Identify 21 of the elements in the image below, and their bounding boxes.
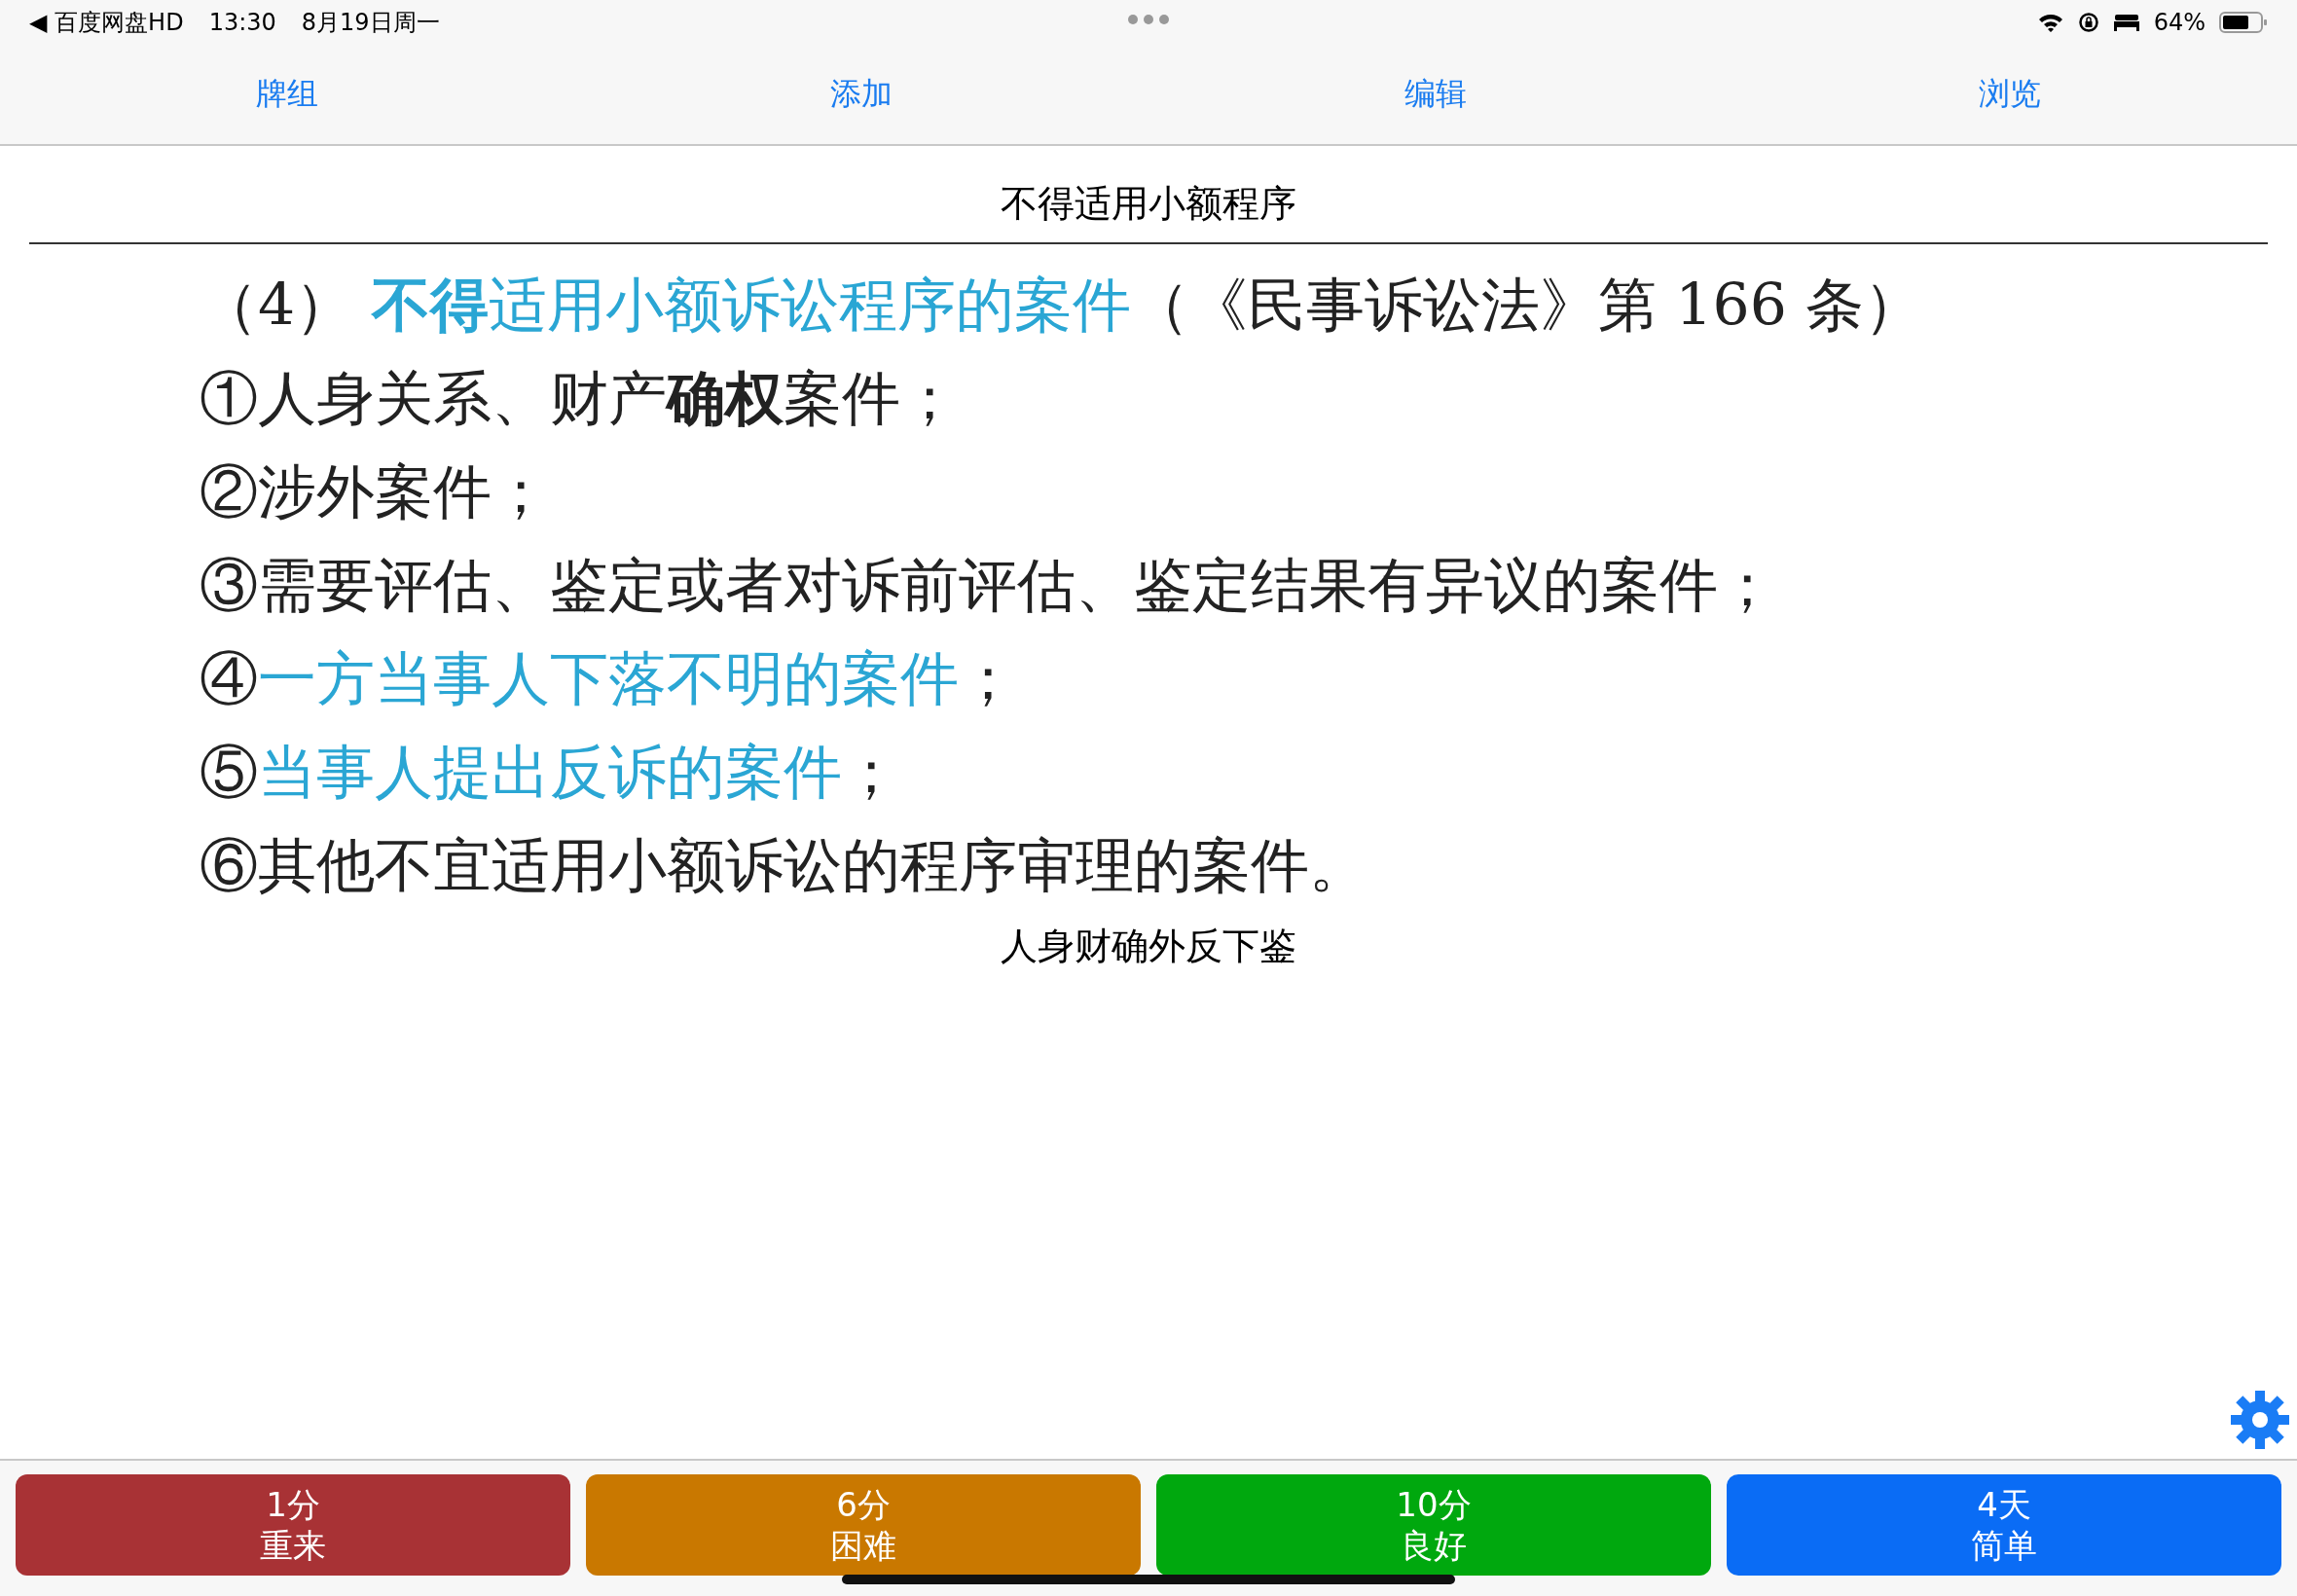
battery-percentage: 64% [2153, 9, 2206, 36]
document-line: （4） 不得适用小额诉讼程序的案件（《民事诉讼法》第 166 条） [200, 270, 1922, 341]
answer-button[interactable]: 10分 良好 [1156, 1474, 1711, 1576]
nav-tab[interactable]: 编辑 [1148, 65, 1723, 124]
document-line: ①人身关系、财产确权案件； [200, 363, 959, 434]
nav-tab[interactable]: 添加 [574, 65, 1148, 124]
document-line: ④一方当事人下落不明的案件； [200, 643, 1017, 714]
document-line: ③需要评估、鉴定或者对诉前评估、鉴定结果有异议的案件； [200, 550, 1776, 621]
status-time: 13:30 [208, 9, 276, 36]
answer-button[interactable]: 1分 重来 [16, 1474, 570, 1576]
card-front-text: 不得适用小额程序 [1001, 181, 1296, 227]
card-back-text: 人身财确外反下鉴 [1001, 924, 1296, 969]
nav-tab[interactable]: 浏览 [1723, 65, 2297, 124]
nav-tab[interactable]: 牌组 [0, 65, 574, 124]
document-line: ⑤当事人提出反诉的案件； [200, 737, 900, 808]
answer-button[interactable]: 4天 简单 [1727, 1474, 2281, 1576]
back-to-app-link[interactable]: ◀ 百度网盘HD [29, 7, 184, 38]
document-line: ⑥其他不宜适用小额诉讼的程序审理的案件。 [200, 830, 1367, 901]
document-line: ②涉外案件； [200, 456, 550, 527]
status-date: 8月19日周一 [301, 8, 440, 38]
answer-button[interactable]: 6分 困难 [586, 1474, 1141, 1576]
